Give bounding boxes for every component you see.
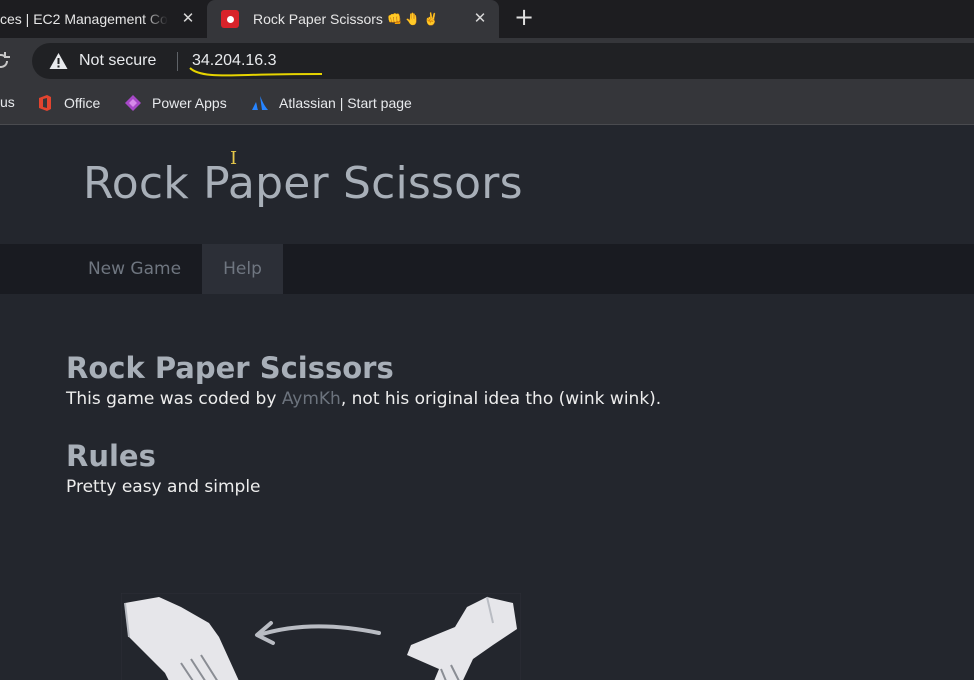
text-cursor-icon: I [230, 148, 238, 169]
tab-ec2[interactable]: ces | EC2 Management Cor ✕ [0, 0, 207, 38]
tab-emoji: 👊 🤚 ✌ [386, 12, 439, 26]
credit-suffix: , not his original idea tho (wink wink). [340, 389, 662, 409]
bookmarks-bar: us Office Power Apps Atlassian | Start p… [0, 85, 974, 125]
rules-heading: Rules [66, 439, 156, 473]
bookmark-office[interactable]: Office [36, 94, 100, 112]
new-tab-icon[interactable]: + [512, 5, 536, 30]
address-bar: Not secure 34.204.16.3 [0, 38, 974, 85]
rules-text: Pretty easy and simple [66, 477, 261, 497]
annotation-underline [189, 67, 323, 77]
header: Rock Paper Scissors I [0, 126, 974, 244]
close-icon[interactable]: ✕ [178, 9, 198, 29]
tab-title: Rock Paper Scissors [253, 11, 383, 27]
help-heading: Rock Paper Scissors [66, 351, 394, 385]
bookmark-label: us [0, 94, 15, 110]
atlassian-icon [252, 96, 268, 110]
tab-bar: ces | EC2 Management Cor ✕ Rock Paper Sc… [0, 0, 974, 38]
tab-title: ces | EC2 Management Cor [0, 11, 168, 27]
rules-illustration [121, 593, 521, 680]
favicon-icon [221, 10, 239, 28]
bookmark-item[interactable]: us [0, 94, 15, 110]
nav-new-game[interactable]: New Game [70, 244, 199, 294]
author-link[interactable]: AymKh [282, 389, 341, 409]
web-page: Rock Paper Scissors I New Game Help Rock… [0, 126, 974, 680]
bookmark-atlassian[interactable]: Atlassian | Start page [251, 94, 412, 112]
warning-icon[interactable] [49, 52, 68, 70]
divider [177, 52, 178, 71]
power-apps-icon [125, 95, 141, 111]
reload-icon[interactable] [0, 50, 12, 72]
omnibox[interactable]: Not secure 34.204.16.3 [32, 43, 974, 79]
bookmark-label: Atlassian | Start page [279, 95, 412, 111]
bookmark-label: Power Apps [152, 95, 227, 111]
credit-text: This game was coded by AymKh, not his or… [66, 389, 661, 409]
bookmark-label: Office [64, 95, 101, 111]
office-icon [39, 95, 51, 111]
help-content: Rock Paper Scissors This game was coded … [66, 351, 661, 497]
tab-rock-paper-scissors[interactable]: Rock Paper Scissors 👊 🤚 ✌ ✕ [207, 0, 499, 38]
nav-help[interactable]: Help [202, 244, 283, 294]
security-label[interactable]: Not secure [79, 52, 156, 70]
credit-prefix: This game was coded by [66, 389, 282, 409]
bookmark-power-apps[interactable]: Power Apps [124, 94, 227, 112]
site-title[interactable]: Rock Paper Scissors [83, 158, 523, 209]
close-icon[interactable]: ✕ [470, 9, 490, 29]
navbar: New Game Help [0, 244, 974, 294]
